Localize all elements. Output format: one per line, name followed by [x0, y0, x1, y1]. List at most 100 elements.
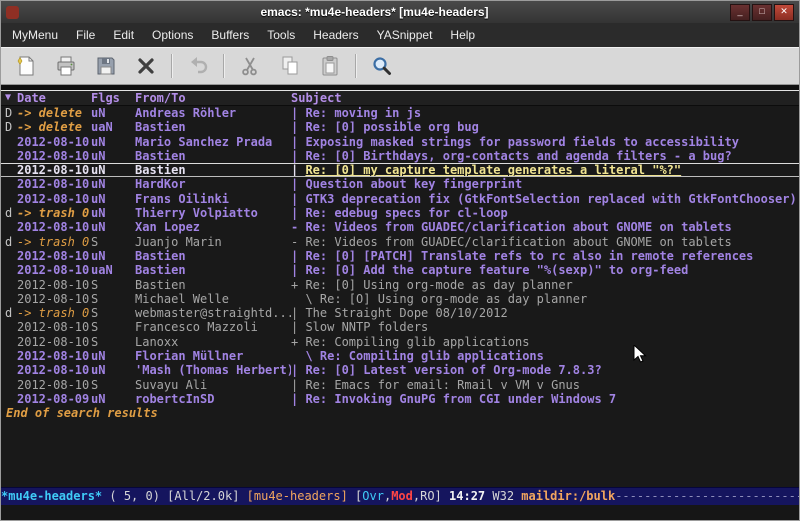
modeline-segment: RO] — [420, 489, 442, 503]
window-controls: _ □ ✕ — [730, 4, 794, 21]
message-mark — [1, 177, 17, 191]
column-header-date[interactable]: Date — [17, 91, 91, 105]
message-row[interactable]: 2012-08-10 S Lanoxx + Re: Compiling glib… — [1, 335, 799, 349]
message-from: Lanoxx — [135, 335, 291, 349]
search-button[interactable] — [365, 50, 399, 82]
message-date: 2012-08-10 — [17, 263, 91, 277]
save-button[interactable] — [89, 50, 123, 82]
message-row[interactable]: 2012-08-09 uN robertcInSD | Re: Invoking… — [1, 392, 799, 406]
copy-button[interactable] — [273, 50, 307, 82]
message-row[interactable]: 2012-08-10 uN Frans Oilinki | GTK3 depre… — [1, 192, 799, 206]
message-row[interactable]: 2012-08-10 S Francesco Mazzoli | Slow NN… — [1, 320, 799, 334]
menu-item-file[interactable]: File — [67, 23, 104, 47]
thread-indicator: | — [291, 177, 305, 191]
message-row[interactable]: D -> delete uaN Bastien | Re: [0] possib… — [1, 120, 799, 134]
message-row[interactable]: 2012-08-10 uN 'Mash (Thomas Herbert) | R… — [1, 363, 799, 377]
message-row[interactable]: 2012-08-10 S Bastien + Re: [0] Using org… — [1, 278, 799, 292]
maximize-button[interactable]: □ — [752, 4, 772, 21]
message-subject: Re: [O] Using org-mode as day planner — [320, 292, 587, 306]
message-from: Francesco Mazzoli — [135, 320, 291, 334]
message-subject: Re: edebug specs for cl-loop — [305, 206, 507, 220]
message-row[interactable]: 2012-08-10 uN Bastien | Re: [0] [PATCH] … — [1, 249, 799, 263]
menu-item-help[interactable]: Help — [441, 23, 484, 47]
menu-bar: MyMenuFileEditOptionsBuffersToolsHeaders… — [1, 23, 799, 47]
message-date: 2012-08-10 — [17, 177, 91, 191]
print-button[interactable] — [49, 50, 83, 82]
paste-button[interactable] — [313, 50, 347, 82]
message-row[interactable]: 2012-08-10 uN Bastien | Re: [0] Birthday… — [1, 149, 799, 163]
print-icon — [54, 54, 78, 78]
message-subject-cell: - Re: Videos from GUADEC/clarification a… — [291, 220, 799, 234]
message-date: 2012-08-10 — [17, 164, 91, 176]
menu-item-buffers[interactable]: Buffers — [202, 23, 258, 47]
message-flags: S — [91, 306, 135, 320]
thread-indicator: | — [291, 135, 305, 149]
message-mark: d — [1, 306, 17, 320]
message-date: 2012-08-10 — [17, 378, 91, 392]
close-button[interactable]: ✕ — [774, 4, 794, 21]
message-subject-cell: | Re: Emacs for email: Rmail v VM v Gnus — [291, 378, 799, 392]
column-header-flags[interactable]: Flgs — [91, 91, 135, 105]
message-subject: Re: [0] Using org-mode as day planner — [305, 278, 572, 292]
close-buffer-button[interactable] — [129, 50, 163, 82]
message-row[interactable]: 2012-08-10 S Suvayu Ali | Re: Emacs for … — [1, 378, 799, 392]
menu-item-yasnippet[interactable]: YASnippet — [368, 23, 442, 47]
message-row[interactable]: 2012-08-10 uN Xan Lopez - Re: Videos fro… — [1, 220, 799, 234]
minimize-button[interactable]: _ — [730, 4, 750, 21]
toolbar-separator — [355, 54, 357, 78]
cut-scissors-icon — [238, 54, 262, 78]
menu-item-headers[interactable]: Headers — [304, 23, 367, 47]
message-row[interactable]: 2012-08-10 S Michael Welle \ Re: [O] Usi… — [1, 292, 799, 306]
menu-item-edit[interactable]: Edit — [104, 23, 143, 47]
menu-item-tools[interactable]: Tools — [258, 23, 304, 47]
message-row[interactable]: 2012-08-10 uN Bastien | Re: [0] my captu… — [1, 163, 799, 177]
message-subject-cell: \ Re: Compiling glib applications — [291, 349, 799, 363]
message-date: 2012-08-10 — [17, 278, 91, 292]
message-row[interactable]: d -> trash 0 S webmaster@straightd... | … — [1, 306, 799, 320]
column-header-subject[interactable]: Subject — [291, 91, 799, 105]
message-date: -> trash 0 — [17, 235, 91, 249]
message-mark — [1, 249, 17, 263]
undo-icon — [186, 54, 210, 78]
message-flags: S — [91, 292, 135, 306]
message-mark — [1, 278, 17, 292]
thread-indicator: | — [291, 192, 305, 206]
message-from: Suvayu Ali — [135, 378, 291, 392]
message-from: robertcInSD — [135, 392, 291, 406]
menu-item-mymenu[interactable]: MyMenu — [3, 23, 67, 47]
echo-area[interactable] — [1, 505, 799, 520]
modeline-segment: [ — [348, 489, 362, 503]
column-header-from[interactable]: From/To — [135, 91, 291, 105]
mode-line: *mu4e-headers* ( 5, 0) [All/2.0k] [mu4e-… — [1, 487, 799, 505]
message-subject: Re: Invoking GnuPG from CGI under Window… — [305, 392, 616, 406]
message-from: Juanjo Marin — [135, 235, 291, 249]
message-row[interactable]: 2012-08-10 uaN Bastien | Re: [0] Add the… — [1, 263, 799, 277]
new-file-button[interactable] — [9, 50, 43, 82]
message-subject: Re: [0] possible org bug — [305, 120, 478, 134]
message-row[interactable]: d -> trash 0 uN Thierry Volpiatto | Re: … — [1, 206, 799, 220]
message-date: -> trash 0 — [17, 306, 91, 320]
message-mark — [1, 349, 17, 363]
message-from: Bastien — [135, 278, 291, 292]
menu-item-options[interactable]: Options — [143, 23, 202, 47]
message-subject-cell: | Re: [0] Add the capture feature "%(sex… — [291, 263, 799, 277]
sort-direction-icon: ▼ — [1, 91, 17, 105]
thread-indicator: \ — [291, 349, 320, 363]
message-from: Bastien — [135, 120, 291, 134]
message-row[interactable]: d -> trash 0 S Juanjo Marin - Re: Videos… — [1, 235, 799, 249]
message-date: 2012-08-10 — [17, 349, 91, 363]
message-subject-cell: - Re: Videos from GUADEC/clarification a… — [291, 235, 799, 249]
message-subject-cell: | The Straight Dope 08/10/2012 — [291, 306, 799, 320]
message-row[interactable]: 2012-08-10 uN HardKor | Question about k… — [1, 177, 799, 191]
message-row[interactable]: 2012-08-10 uN Florian Müllner \ Re: Comp… — [1, 349, 799, 363]
modeline-segment: Ovr — [362, 489, 384, 503]
undo-button[interactable] — [181, 50, 215, 82]
message-flags: uN — [91, 249, 135, 263]
cut-button[interactable] — [233, 50, 267, 82]
message-from: Florian Müllner — [135, 349, 291, 363]
message-date: 2012-08-10 — [17, 135, 91, 149]
message-subject: Re: [0] Add the capture feature "%(sexp)… — [305, 263, 688, 277]
message-row[interactable]: 2012-08-10 uN Mario Sanchez Prada | Expo… — [1, 135, 799, 149]
message-row[interactable]: D -> delete uN Andreas Röhler | Re: movi… — [1, 106, 799, 120]
message-mark: d — [1, 206, 17, 220]
